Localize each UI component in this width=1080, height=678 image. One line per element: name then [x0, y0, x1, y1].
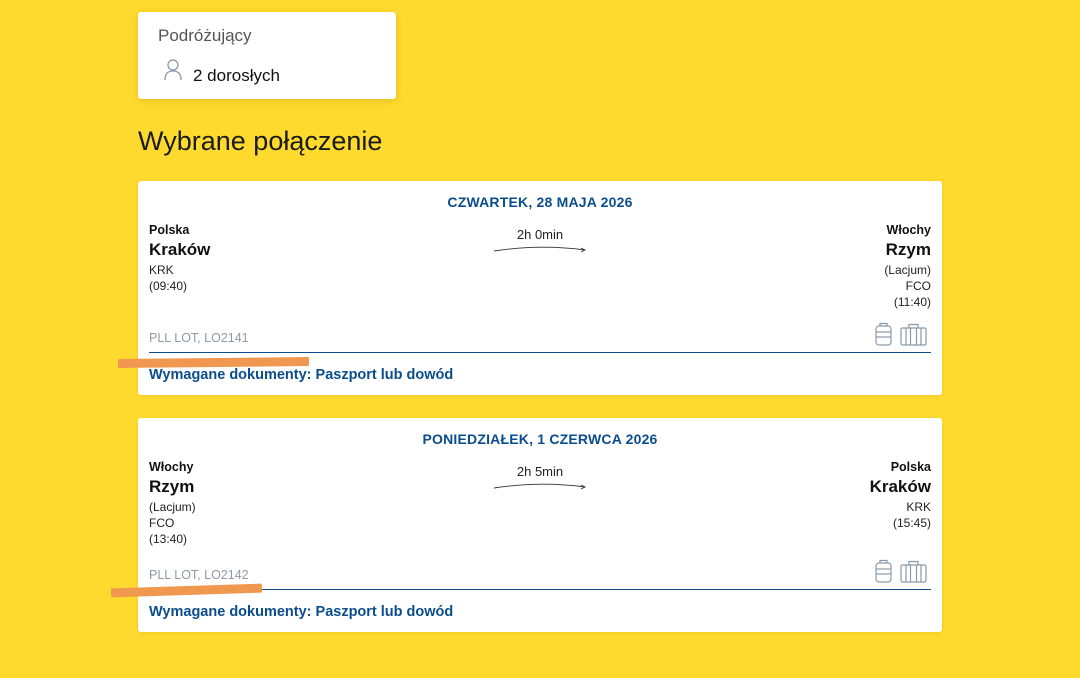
travellers-count: 2 dorosłych [193, 66, 280, 85]
flight-duration: 2h 0min [516, 227, 564, 242]
card-divider [149, 589, 931, 590]
flight-arc-arrow-icon [493, 246, 587, 253]
arrival-city: Kraków [869, 477, 931, 496]
arrival-city: Rzym [885, 240, 931, 259]
departure-block: Włochy Rzym (Lacjum) FCO (13:40) [149, 460, 196, 547]
arrival-region: (Lacjum) [884, 263, 931, 277]
flight-card-return: PONIEDZIAŁEK, 1 CZERWCA 2026 Włochy Rzym… [138, 418, 942, 632]
flight-duration: 2h 5min [516, 464, 564, 479]
suitcase-icon [900, 323, 927, 346]
cabin-bag-icon [875, 322, 892, 346]
flight-number: PLL LOT, LO2141 [149, 331, 249, 345]
departure-city: Rzym [149, 477, 195, 496]
departure-block: Polska Kraków KRK (09:40) [149, 223, 210, 294]
departure-country: Polska [149, 223, 190, 237]
departure-code: FCO [149, 516, 175, 530]
arrival-block: Włochy Rzym (Lacjum) FCO (11:40) [884, 223, 931, 310]
flight-number: PLL LOT, LO2142 [149, 568, 249, 582]
travellers-card[interactable]: Podróżujący 2 dorosłych [138, 12, 396, 99]
departure-time: (13:40) [149, 532, 188, 546]
arrival-time: (15:45) [892, 516, 931, 530]
suitcase-icon [900, 560, 927, 583]
cabin-bag-icon [875, 559, 892, 583]
departure-time: (09:40) [149, 279, 188, 293]
arrival-code: KRK [906, 500, 931, 514]
arrival-country: Polska [890, 460, 931, 474]
person-icon [164, 59, 182, 81]
departure-city: Kraków [149, 240, 211, 259]
baggage-icons [874, 559, 931, 585]
arrival-country: Włochy [886, 223, 931, 237]
required-documents-link[interactable]: Wymagane dokumenty: Paszport lub dowód [149, 604, 453, 620]
flight-date: CZWARTEK, 28 MAJA 2026 [447, 194, 633, 210]
required-documents-link[interactable]: Wymagane dokumenty: Paszport lub dowód [149, 367, 453, 383]
arrival-time: (11:40) [893, 295, 931, 309]
flight-arc-arrow-icon [493, 483, 587, 490]
arrival-code: FCO [905, 279, 931, 293]
baggage-icons [874, 322, 931, 348]
departure-region: (Lacjum) [149, 500, 196, 514]
departure-country: Włochy [149, 460, 194, 474]
section-title: Wybrane połączenie [138, 126, 383, 156]
flight-date: PONIEDZIAŁEK, 1 CZERWCA 2026 [422, 431, 658, 447]
card-divider [149, 352, 931, 353]
travellers-label: Podróżujący [158, 26, 252, 45]
departure-code: KRK [149, 263, 174, 277]
arrival-block: Polska Kraków KRK (15:45) [870, 460, 931, 531]
